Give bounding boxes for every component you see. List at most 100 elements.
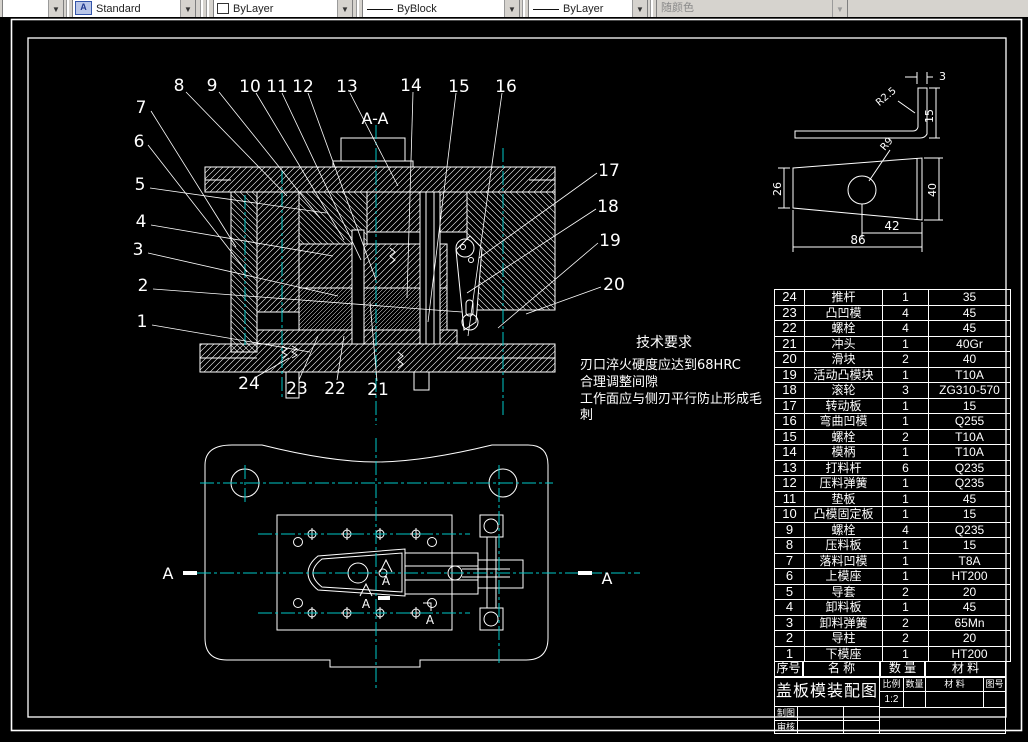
lineweight-control-dropdown[interactable]: ByLayer ▼: [528, 0, 648, 17]
qty-value: [903, 691, 926, 708]
parts-list-table: 24 推杆 1 35 23 凸凹模 4 45 22 螺栓 4 45 21 冲头 1 40Gr 20 滑块 2 40 19…: [774, 289, 1011, 662]
toolbar-separator: [650, 0, 653, 17]
part-callout-number: 20: [603, 275, 625, 295]
dim-thickness: 3: [939, 70, 946, 83]
table-row[interactable]: 15 螺栓 2 T10A: [774, 428, 1011, 445]
parts-list[interactable]: 24 推杆 1 35 23 凸凹模 4 45 22 螺栓 4 45 21 冲头 1 40Gr 20 滑块 2 40 19…: [774, 289, 1011, 734]
top-toolbar: ▼ A Standard ▼ ByLayer ▼ ByBlock ▼ ByLay…: [0, 0, 1028, 18]
table-row[interactable]: 20 滑块 2 40: [774, 351, 1011, 368]
tech-req-line: 刃口淬火硬度应达到68HRC: [580, 357, 741, 373]
parts-list-body: 24 推杆 1 35 23 凸凹模 4 45 22 螺栓 4 45 21 冲头 1 40Gr 20 滑块 2 40 19…: [774, 289, 1011, 662]
table-row[interactable]: 9 螺栓 4 Q235: [774, 521, 1011, 538]
linetype-control-value: ByBlock: [397, 3, 437, 15]
table-row[interactable]: 5 导套 2 20: [774, 583, 1011, 600]
table-row[interactable]: 6 上模座 1 HT200: [774, 568, 1011, 585]
plot-style-control-dropdown: 随颜色 ▼: [656, 0, 848, 17]
linetype-sample-icon: [367, 9, 393, 10]
section-marker-letter: A: [362, 597, 371, 611]
table-row[interactable]: 24 推杆 1 35: [774, 289, 1011, 306]
table-row[interactable]: 18 滚轮 3 ZG310-570: [774, 382, 1011, 399]
chevron-down-icon[interactable]: ▼: [504, 0, 519, 17]
plan-centerlines: [197, 438, 640, 688]
layer-control-dropdown[interactable]: ▼: [2, 0, 64, 17]
plot-style-value: 随颜色: [661, 2, 694, 14]
table-row[interactable]: 7 落料凹模 1 T8A: [774, 552, 1011, 569]
text-style-icon: A: [75, 1, 92, 15]
table-row[interactable]: 13 打料杆 6 Q235: [774, 459, 1011, 476]
chevron-down-icon[interactable]: ▼: [180, 0, 195, 17]
scale-label: 比例: [879, 677, 904, 692]
tech-req-title: 技术要求: [636, 335, 692, 351]
part-callout-number: 11: [266, 77, 288, 97]
linetype-control-dropdown[interactable]: ByBlock ▼: [362, 0, 520, 17]
tech-req-line: 合理调整间隙: [580, 375, 658, 390]
part-callout-number: 8: [174, 76, 185, 96]
color-control-dropdown[interactable]: ByLayer ▼: [213, 0, 353, 17]
part-callout-number: 12: [292, 77, 314, 97]
table-row[interactable]: 14 模柄 1 T10A: [774, 444, 1011, 461]
color-control-value: ByLayer: [233, 3, 274, 15]
drawing-title: 盖板模装配图: [774, 677, 880, 707]
part-callout-number: 24: [238, 374, 260, 394]
chevron-down-icon[interactable]: ▼: [337, 0, 352, 17]
table-row[interactable]: 12 压料弹簧 1 Q235: [774, 475, 1011, 492]
part-callout-number: 10: [239, 77, 261, 97]
section-marker-letter: A: [163, 564, 174, 583]
text-style-dropdown[interactable]: A Standard ▼: [72, 0, 196, 17]
col-header-name: 名 称: [803, 661, 880, 677]
text-style-value: Standard: [96, 3, 141, 15]
chevron-down-icon[interactable]: ▼: [632, 0, 647, 17]
table-row[interactable]: 23 凸凹模 4 45: [774, 304, 1011, 321]
part-callout-number: 19: [599, 231, 621, 251]
table-row[interactable]: 11 垫板 1 45: [774, 490, 1011, 507]
part-callout-number: 2: [138, 276, 149, 296]
qty-label: 数量: [903, 677, 926, 692]
table-row[interactable]: 22 螺栓 4 45: [774, 320, 1011, 337]
chevron-down-icon[interactable]: ▼: [48, 0, 63, 17]
checker-label: 审核: [774, 720, 798, 734]
drafter-label: 制图: [774, 706, 798, 721]
section-label: A-A: [362, 109, 389, 128]
tech-req-line: 刺: [580, 408, 593, 423]
part-callout-number: 9: [207, 76, 218, 96]
table-row[interactable]: 19 活动凸模块 1 T10A: [774, 366, 1011, 383]
part-callout-number: 18: [597, 197, 619, 217]
material-label: 材 料: [925, 677, 984, 692]
table-row[interactable]: 16 弯曲凹模 1 Q255: [774, 413, 1011, 430]
color-swatch-icon: [217, 3, 229, 14]
dim-bend-radius: R2.5: [874, 86, 899, 109]
col-header-qty: 数 量: [880, 661, 925, 677]
cad-application-window: { "toolbar": { "layer_control": "", "tex…: [0, 0, 1028, 737]
table-row[interactable]: 8 压料板 1 15: [774, 537, 1011, 554]
toolbar-separator: [356, 0, 359, 17]
technical-requirements: 技术要求 刃口淬火硬度应达到68HRC 合理调整间隙 工作面应与侧刃平行防止形成…: [580, 335, 762, 423]
toolbar-separator: [206, 0, 209, 17]
section-marker-letter: A: [602, 569, 613, 588]
dim-right-width: 40: [926, 183, 939, 197]
chevron-down-icon: ▼: [832, 0, 847, 17]
table-row[interactable]: 3 卸料弹簧 2 65Mn: [774, 614, 1011, 631]
parts-list-header: 序号 名 称 数 量 材 料: [774, 661, 1006, 677]
table-row[interactable]: 21 冲头 1 40Gr: [774, 335, 1011, 352]
dim-length: 86: [850, 233, 865, 247]
table-row[interactable]: 4 卸料板 1 45: [774, 599, 1011, 616]
drawing-canvas[interactable]: A-A 1 2 3 4 5 6 7 8 9 10 11 12 13 14 15 16 17 18 19 20 21 22 2…: [0, 17, 1028, 737]
table-row[interactable]: 1 下模座 1 HT200: [774, 645, 1011, 662]
dim-left-width: 26: [771, 182, 784, 196]
part-callout-number: 23: [286, 379, 308, 399]
part-callout-number: 6: [134, 132, 145, 152]
table-row[interactable]: 10 凸模固定板 1 15: [774, 506, 1011, 523]
drafter-value: [797, 706, 844, 721]
title-block-blank: [879, 707, 1006, 734]
part-callout-number: 13: [336, 77, 358, 97]
part-callout-number: 15: [448, 77, 470, 97]
detail-part-views: [778, 72, 943, 252]
tech-req-line: 工作面应与侧刃平行防止形成毛: [580, 391, 762, 407]
section-marker-letter: A: [426, 613, 435, 627]
part-callout-number: 5: [135, 175, 146, 195]
section-marker-letter: A: [382, 574, 391, 588]
table-row[interactable]: 17 转动板 1 15: [774, 397, 1011, 414]
title-block: 盖板模装配图 比例 数量 材 料 图号 1:2 制图 审核: [774, 677, 1006, 734]
table-row[interactable]: 2 导柱 2 20: [774, 630, 1011, 647]
part-callout-number: 22: [324, 379, 346, 399]
